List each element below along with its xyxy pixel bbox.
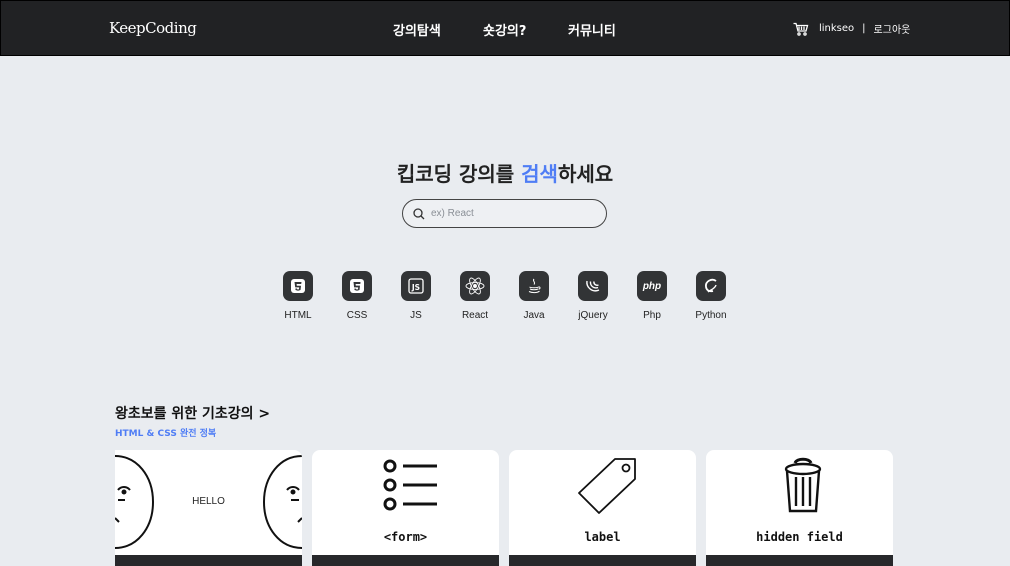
category-label: HTML: [284, 310, 312, 321]
logo[interactable]: KeepCoding: [109, 19, 197, 37]
css3-icon: [342, 271, 372, 301]
nav-item-community[interactable]: 커뮤니티: [568, 20, 616, 39]
category-html[interactable]: HTML: [268, 271, 328, 321]
card-caption-hello: HELLO: [192, 496, 225, 507]
hero-title-part: 킵코딩 강의를: [396, 162, 522, 186]
card-footer-bar: [706, 555, 893, 566]
svg-text:JS: JS: [411, 283, 420, 292]
search-box[interactable]: [402, 199, 607, 228]
card-footer-bar: [115, 555, 302, 566]
python-icon: [696, 271, 726, 301]
php-icon-text: php: [642, 280, 662, 292]
php-icon: php: [637, 271, 667, 301]
logout-link[interactable]: 로그아웃: [874, 21, 911, 36]
category-python[interactable]: Python: [681, 271, 741, 321]
hero-title-part: 하세요: [557, 162, 614, 186]
card-footer-bar: [312, 555, 499, 566]
category-label: Java: [523, 310, 545, 321]
search-input[interactable]: [431, 208, 591, 219]
top-navbar: KeepCoding 강의탐색 숏강의? 커뮤니티 linkseo | 로그아웃: [0, 0, 1010, 56]
category-label: React: [461, 310, 489, 321]
category-react[interactable]: React: [445, 271, 505, 321]
course-card[interactable]: HELLO: [115, 450, 302, 566]
category-label: jQuery: [578, 310, 608, 321]
category-php[interactable]: php Php: [622, 271, 682, 321]
category-jquery[interactable]: jQuery: [563, 271, 623, 321]
section-title[interactable]: 왕초보를 위한 기초강의 >: [115, 403, 270, 423]
nav-item-short-courses[interactable]: 숏강의?: [483, 20, 526, 39]
jquery-icon: [578, 271, 608, 301]
trash-icon: [784, 457, 822, 513]
list-icon: [383, 459, 437, 511]
course-card[interactable]: <form>: [312, 450, 499, 566]
category-css[interactable]: CSS: [327, 271, 387, 321]
html5-icon: [283, 271, 313, 301]
course-card[interactable]: hidden field: [706, 450, 893, 566]
nav-item-browse-courses[interactable]: 강의탐색: [393, 20, 441, 39]
card-footer-bar: [509, 555, 696, 566]
card-caption: hidden field: [756, 530, 843, 544]
hero-title-highlight: 검색: [521, 162, 558, 186]
category-js[interactable]: JS JS: [386, 271, 446, 321]
tag-icon: [578, 458, 636, 514]
javascript-icon: JS: [401, 271, 431, 301]
category-java[interactable]: Java: [504, 271, 564, 321]
course-card[interactable]: label: [509, 450, 696, 566]
username[interactable]: linkseo: [819, 23, 854, 34]
divider: |: [862, 23, 866, 34]
cart-icon[interactable]: [793, 22, 809, 36]
category-label: JS: [410, 310, 422, 321]
category-label: CSS: [346, 310, 368, 321]
card-caption: label: [584, 530, 621, 544]
card-caption: <form>: [383, 530, 428, 544]
section-subtitle: HTML & CSS 완전 정복: [115, 429, 217, 439]
user-area: linkseo | 로그아웃: [793, 21, 910, 36]
search-icon: [413, 207, 425, 219]
hero-title: 킵코딩 강의를 검색하세요: [0, 158, 1010, 187]
category-label: Php: [643, 310, 661, 321]
java-icon: [519, 271, 549, 301]
category-label: Python: [695, 310, 727, 321]
react-icon: [460, 271, 490, 301]
